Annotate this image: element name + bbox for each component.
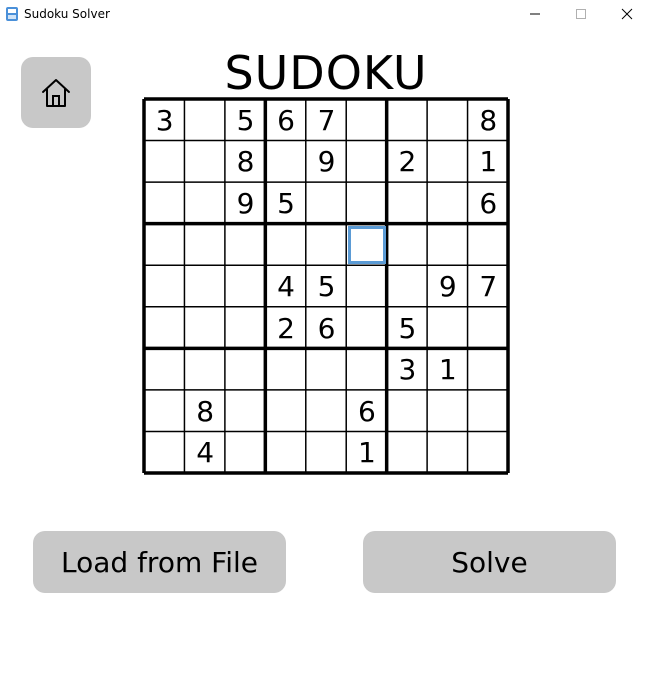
maximize-button[interactable] bbox=[558, 0, 604, 28]
sudoku-cell[interactable] bbox=[227, 226, 264, 265]
sudoku-cell[interactable] bbox=[267, 350, 304, 389]
sudoku-cell[interactable]: 4 bbox=[186, 433, 223, 472]
maximize-icon bbox=[576, 9, 586, 19]
sudoku-cell[interactable]: 5 bbox=[389, 309, 426, 348]
sudoku-cell[interactable] bbox=[146, 184, 183, 223]
sudoku-cell[interactable] bbox=[429, 392, 466, 431]
close-button[interactable] bbox=[604, 0, 650, 28]
sudoku-cell[interactable]: 2 bbox=[389, 143, 426, 182]
sudoku-cell[interactable] bbox=[227, 267, 264, 306]
sudoku-cell[interactable]: 1 bbox=[429, 350, 466, 389]
sudoku-cell[interactable] bbox=[308, 392, 345, 431]
sudoku-cell[interactable]: 4 bbox=[267, 267, 304, 306]
solve-button[interactable]: Solve bbox=[363, 531, 616, 593]
sudoku-cell[interactable]: 8 bbox=[227, 143, 264, 182]
sudoku-cell[interactable]: 9 bbox=[308, 143, 345, 182]
sudoku-cell[interactable] bbox=[267, 143, 304, 182]
sudoku-cell[interactable] bbox=[186, 184, 223, 223]
sudoku-cell[interactable] bbox=[389, 101, 426, 140]
sudoku-cell[interactable] bbox=[227, 309, 264, 348]
sudoku-cell[interactable]: 8 bbox=[186, 392, 223, 431]
sudoku-cell[interactable] bbox=[429, 433, 466, 472]
sudoku-cell[interactable]: 8 bbox=[470, 101, 507, 140]
sudoku-cell[interactable] bbox=[348, 225, 386, 265]
sudoku-cell[interactable] bbox=[227, 350, 264, 389]
sudoku-cell[interactable] bbox=[429, 184, 466, 223]
sudoku-cell[interactable] bbox=[470, 226, 507, 265]
sudoku-cell[interactable]: 3 bbox=[146, 101, 183, 140]
sudoku-cell[interactable] bbox=[267, 392, 304, 431]
page-title: SUDOKU bbox=[224, 46, 428, 100]
sudoku-cell[interactable] bbox=[146, 143, 183, 182]
sudoku-cell[interactable] bbox=[470, 309, 507, 348]
minimize-button[interactable] bbox=[512, 0, 558, 28]
sudoku-cell[interactable]: 1 bbox=[348, 433, 385, 472]
sudoku-cell[interactable] bbox=[146, 392, 183, 431]
load-from-file-button[interactable]: Load from File bbox=[33, 531, 286, 593]
sudoku-cell[interactable] bbox=[227, 433, 264, 472]
sudoku-solver-window: Sudoku Solver SUDOKU 356788 9 2 1 9 5 6 … bbox=[0, 0, 650, 687]
sudoku-cell[interactable]: 3 bbox=[389, 350, 426, 389]
sudoku-cell[interactable] bbox=[186, 101, 223, 140]
sudoku-cell[interactable] bbox=[389, 184, 426, 223]
sudoku-grid: 3567889219564597265318641 bbox=[142, 97, 510, 475]
sudoku-cell[interactable] bbox=[308, 350, 345, 389]
sudoku-cell[interactable]: 5 bbox=[267, 184, 304, 223]
home-icon bbox=[42, 78, 70, 107]
sudoku-cell[interactable] bbox=[470, 350, 507, 389]
app-icon bbox=[6, 7, 18, 21]
sudoku-cell[interactable] bbox=[308, 184, 345, 223]
sudoku-cell[interactable] bbox=[227, 392, 264, 431]
sudoku-cell[interactable] bbox=[348, 309, 385, 348]
sudoku-cell[interactable] bbox=[348, 350, 385, 389]
title-bar: Sudoku Solver bbox=[0, 0, 650, 28]
sudoku-cell[interactable] bbox=[429, 143, 466, 182]
minimize-icon bbox=[530, 13, 540, 15]
sudoku-cell[interactable] bbox=[429, 226, 466, 265]
sudoku-cell[interactable] bbox=[146, 309, 183, 348]
sudoku-cell[interactable]: 2 bbox=[267, 309, 304, 348]
sudoku-cell[interactable] bbox=[308, 226, 345, 265]
home-button[interactable] bbox=[21, 57, 91, 128]
sudoku-cell[interactable]: 6 bbox=[308, 309, 345, 348]
sudoku-cell[interactable] bbox=[429, 101, 466, 140]
sudoku-cell[interactable]: 5 bbox=[308, 267, 345, 306]
sudoku-cell[interactable] bbox=[308, 433, 345, 472]
sudoku-cell[interactable] bbox=[389, 433, 426, 472]
sudoku-cell[interactable] bbox=[186, 309, 223, 348]
sudoku-cell[interactable] bbox=[470, 392, 507, 431]
sudoku-cell[interactable]: 9 bbox=[227, 184, 264, 223]
sudoku-cell[interactable]: 6 bbox=[348, 392, 385, 431]
sudoku-cell[interactable]: 9 bbox=[429, 267, 466, 306]
sudoku-cell[interactable] bbox=[389, 392, 426, 431]
sudoku-cell[interactable] bbox=[267, 226, 304, 265]
sudoku-cell[interactable] bbox=[186, 143, 223, 182]
sudoku-cell[interactable] bbox=[348, 184, 385, 223]
sudoku-cell[interactable] bbox=[348, 267, 385, 306]
sudoku-cell[interactable]: 6 bbox=[267, 101, 304, 140]
sudoku-cell[interactable] bbox=[146, 433, 183, 472]
sudoku-cell[interactable] bbox=[186, 350, 223, 389]
sudoku-cell[interactable] bbox=[146, 226, 183, 265]
sudoku-cell[interactable] bbox=[348, 143, 385, 182]
sudoku-cell[interactable]: 1 bbox=[470, 143, 507, 182]
close-icon bbox=[621, 8, 633, 20]
sudoku-cell[interactable] bbox=[186, 267, 223, 306]
sudoku-cell[interactable] bbox=[348, 101, 385, 140]
sudoku-cell[interactable] bbox=[146, 267, 183, 306]
sudoku-cell[interactable] bbox=[267, 433, 304, 472]
sudoku-cell[interactable]: 6 bbox=[470, 184, 507, 223]
window-title: Sudoku Solver bbox=[24, 7, 110, 21]
sudoku-cell[interactable] bbox=[470, 433, 507, 472]
sudoku-cell[interactable] bbox=[186, 226, 223, 265]
sudoku-cell[interactable]: 7 bbox=[470, 267, 507, 306]
sudoku-cell[interactable] bbox=[389, 267, 426, 306]
sudoku-cell[interactable] bbox=[146, 350, 183, 389]
sudoku-cell[interactable] bbox=[429, 309, 466, 348]
sudoku-cell[interactable] bbox=[389, 226, 426, 265]
sudoku-cell[interactable]: 5 bbox=[227, 101, 264, 140]
sudoku-cell[interactable]: 7 bbox=[308, 101, 345, 140]
